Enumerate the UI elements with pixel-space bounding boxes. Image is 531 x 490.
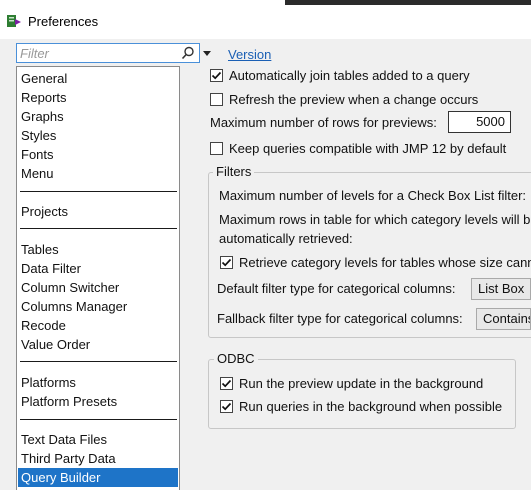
- filter-dropdown-icon[interactable]: [200, 46, 214, 60]
- category-separator: [20, 419, 177, 420]
- search-icon[interactable]: [181, 46, 195, 60]
- category-menu[interactable]: Menu: [18, 164, 178, 183]
- preview-background-checkbox[interactable]: [220, 377, 233, 390]
- category-third-party-data[interactable]: Third Party Data: [18, 449, 178, 468]
- category-list[interactable]: General Reports Graphs Styles Fonts Menu…: [16, 66, 180, 490]
- category-fonts[interactable]: Fonts: [18, 145, 178, 164]
- retrieve-levels-checkbox[interactable]: [220, 256, 233, 269]
- category-platform-presets[interactable]: Platform Presets: [18, 392, 178, 411]
- category-styles[interactable]: Styles: [18, 126, 178, 145]
- category-platforms[interactable]: Platforms: [18, 373, 178, 392]
- preview-background-label: Run the preview update in the background: [239, 376, 484, 391]
- default-filter-type-label: Default filter type for categorical colu…: [217, 281, 456, 296]
- category-separator: [20, 228, 177, 229]
- category-text-data-files[interactable]: Text Data Files: [18, 430, 178, 449]
- refresh-preview-checkbox[interactable]: [210, 93, 223, 106]
- category-value-order[interactable]: Value Order: [18, 335, 178, 354]
- jmp-app-icon: [7, 15, 21, 27]
- max-levels-label: Maximum number of levels for a Check Box…: [219, 188, 527, 203]
- category-columns-manager[interactable]: Columns Manager: [18, 297, 178, 316]
- odbc-group-title: ODBC: [214, 351, 258, 366]
- category-query-builder[interactable]: Query Builder: [18, 468, 178, 487]
- category-separator: [20, 361, 177, 362]
- category-separator: [20, 191, 177, 192]
- max-rows-category-label-line2: automatically retrieved:: [219, 231, 353, 246]
- filters-group-title: Filters: [213, 164, 255, 179]
- auto-join-checkbox[interactable]: [210, 69, 223, 82]
- fallback-filter-type-combo[interactable]: Contains: [476, 308, 531, 330]
- default-filter-type-combo[interactable]: List Box: [471, 278, 531, 300]
- category-data-filter[interactable]: Data Filter: [18, 259, 178, 278]
- category-column-switcher[interactable]: Column Switcher: [18, 278, 178, 297]
- jmp12-label: Keep queries compatible with JMP 12 by d…: [229, 141, 507, 156]
- retrieve-levels-label: Retrieve category levels for tables whos…: [239, 255, 531, 270]
- queries-background-checkbox[interactable]: [220, 400, 233, 413]
- category-projects[interactable]: Projects: [18, 202, 178, 221]
- category-graphs[interactable]: Graphs: [18, 107, 178, 126]
- category-tables[interactable]: Tables: [18, 240, 178, 259]
- window-title: Preferences: [28, 14, 99, 29]
- fallback-filter-type-label: Fallback filter type for categorical col…: [217, 311, 463, 326]
- category-recode[interactable]: Recode: [18, 316, 178, 335]
- jmp12-checkbox[interactable]: [210, 142, 223, 155]
- filter-input[interactable]: [20, 45, 175, 61]
- max-rows-category-label: Maximum rows in table for which category…: [219, 212, 531, 227]
- odbc-group: [208, 359, 516, 429]
- category-reports[interactable]: Reports: [18, 88, 178, 107]
- max-rows-label: Maximum number of rows for previews:: [210, 115, 437, 130]
- max-rows-input[interactable]: 5000: [448, 111, 511, 133]
- refresh-preview-label: Refresh the preview when a change occurs: [229, 92, 479, 107]
- filter-search-box[interactable]: [16, 43, 200, 63]
- category-general[interactable]: General: [18, 69, 178, 88]
- title-bar: Preferences: [0, 5, 531, 39]
- version-link[interactable]: Version: [228, 47, 271, 62]
- queries-background-label: Run queries in the background when possi…: [239, 399, 503, 414]
- auto-join-label: Automatically join tables added to a que…: [229, 68, 470, 83]
